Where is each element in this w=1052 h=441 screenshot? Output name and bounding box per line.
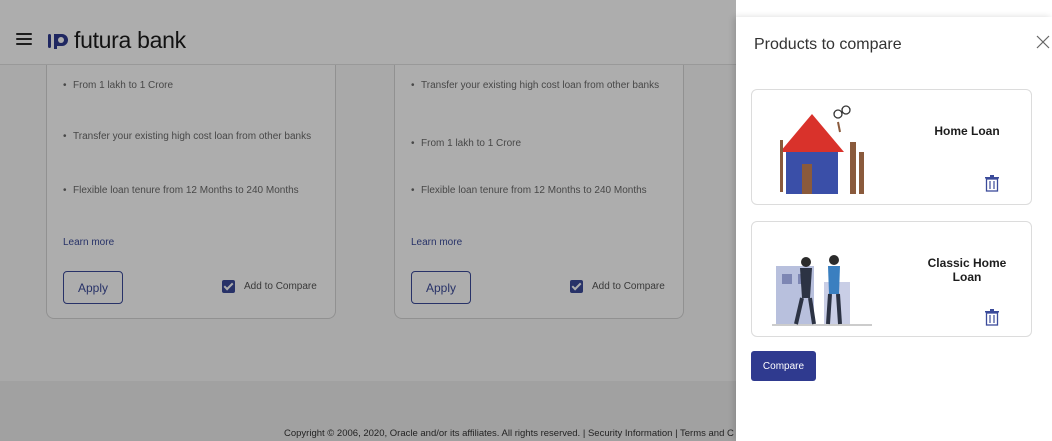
compare-panel: Products to compare Home Loan Classic Ho… <box>736 17 1052 441</box>
compare-item: Home Loan <box>751 89 1032 205</box>
compare-button[interactable]: Compare <box>751 351 816 381</box>
product-name: Classic Home Loan <box>927 256 1007 284</box>
compare-item: Classic Home Loan <box>751 221 1032 337</box>
trash-icon[interactable] <box>984 308 1000 326</box>
house-illustration <box>780 105 864 194</box>
couple-house-illustration <box>772 255 872 326</box>
panel-title: Products to compare <box>754 36 902 53</box>
product-name: Home Loan <box>934 124 1000 138</box>
trash-icon[interactable] <box>984 174 1000 192</box>
modal-overlay[interactable] <box>0 0 736 441</box>
close-icon[interactable] <box>1034 31 1052 53</box>
